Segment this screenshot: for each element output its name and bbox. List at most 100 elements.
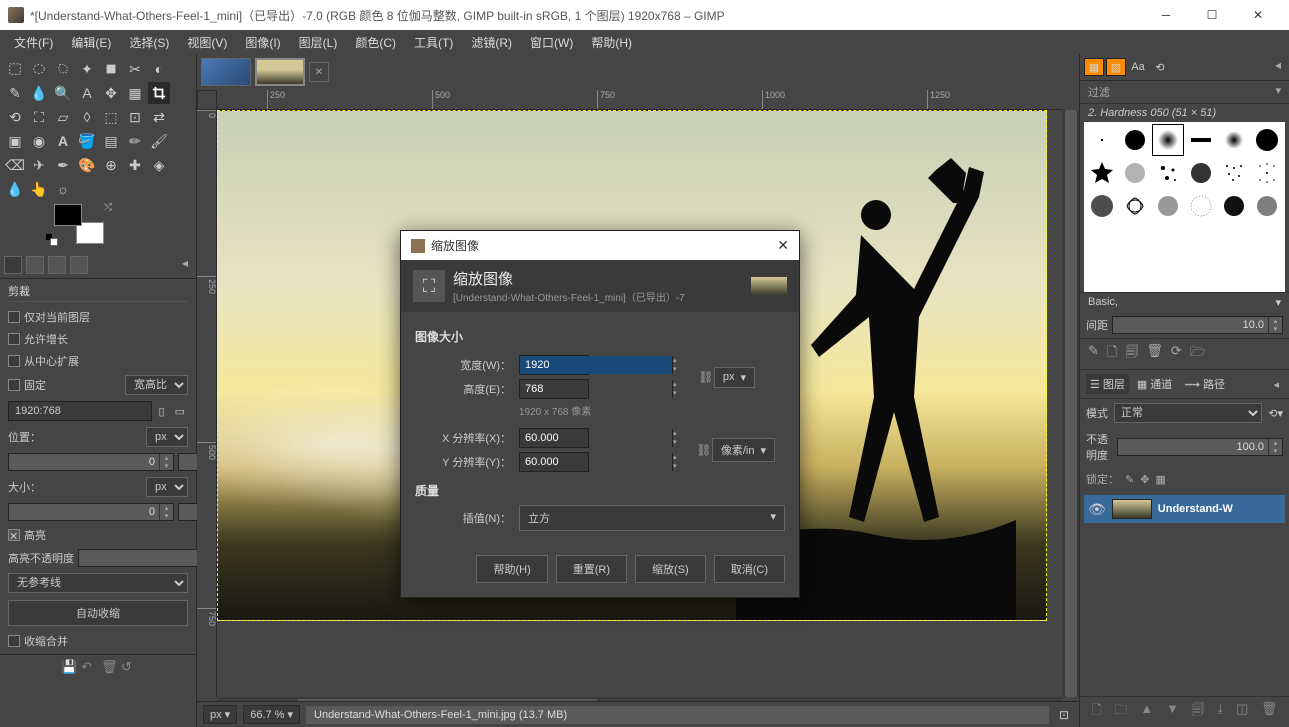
default-colors-icon[interactable]: [46, 234, 58, 246]
color-swatches[interactable]: ⤭: [54, 204, 104, 244]
menu-view[interactable]: 视图(V): [179, 31, 235, 54]
shrink-merged-checkbox[interactable]: [8, 635, 20, 647]
visibility-icon[interactable]: 👁: [1088, 501, 1106, 518]
duplicate-layer-icon[interactable]: 🗐: [1192, 701, 1205, 723]
layer-row[interactable]: 👁 Understand-W: [1084, 495, 1285, 523]
only-layer-checkbox[interactable]: [8, 311, 20, 323]
brush-item[interactable]: [1251, 190, 1283, 222]
brush-item[interactable]: [1152, 190, 1184, 222]
landscape-icon[interactable]: ▭: [172, 405, 188, 418]
tool-scissors[interactable]: ✂: [124, 58, 146, 80]
lower-layer-icon[interactable]: ▼: [1166, 701, 1179, 723]
brush-item[interactable]: [1119, 190, 1151, 222]
merge-down-icon[interactable]: ⤓: [1217, 701, 1223, 723]
tool-cage[interactable]: ▣: [4, 130, 26, 152]
lock-alpha-icon[interactable]: ▦: [1155, 473, 1165, 486]
xres-input[interactable]: ▴▾: [519, 428, 589, 448]
guides-select[interactable]: 无参考线: [8, 573, 188, 593]
tool-by-color-select[interactable]: [100, 58, 122, 80]
tool-gradient[interactable]: ▤: [100, 130, 122, 152]
menu-image[interactable]: 图像(I): [237, 31, 288, 54]
brush-item[interactable]: [1251, 124, 1283, 156]
tool-handle-transform[interactable]: ⊡: [124, 106, 146, 128]
tool-rect-select[interactable]: [4, 58, 26, 80]
tool-flip[interactable]: ⇄: [148, 106, 170, 128]
menu-windows[interactable]: 窗口(W): [522, 31, 581, 54]
tool-pencil[interactable]: ✏: [124, 130, 146, 152]
brush-grid[interactable]: [1084, 122, 1285, 292]
brush-item[interactable]: [1086, 124, 1118, 156]
new-group-icon[interactable]: 🗀: [1115, 701, 1128, 723]
window-minimize-button[interactable]: ─: [1143, 0, 1189, 30]
pos-unit-select[interactable]: px: [146, 427, 188, 447]
height-input[interactable]: ▴▾: [519, 379, 589, 399]
fg-color[interactable]: [54, 204, 82, 226]
window-maximize-button[interactable]: ☐: [1189, 0, 1235, 30]
channels-tab[interactable]: ▦ 通道: [1133, 374, 1176, 394]
new-layer-icon[interactable]: 🗋: [1091, 701, 1101, 723]
tool-text[interactable]: A: [52, 130, 74, 152]
brushes-filter[interactable]: 过滤▾: [1080, 81, 1289, 104]
scale-button[interactable]: 缩放(S): [635, 555, 706, 583]
mask-icon[interactable]: ◫: [1236, 701, 1248, 723]
brush-item[interactable]: [1251, 157, 1283, 189]
spacing-input[interactable]: ▴▾: [1112, 316, 1283, 334]
restore-preset-icon[interactable]: ↶: [81, 659, 95, 673]
menu-edit[interactable]: 编辑(E): [63, 31, 119, 54]
highlight-checkbox[interactable]: ✕: [8, 529, 20, 541]
tool-blur[interactable]: 💧: [4, 178, 26, 200]
brush-item[interactable]: [1218, 124, 1250, 156]
aspect-ratio-input[interactable]: [8, 401, 152, 421]
new-brush-icon[interactable]: 🗋: [1107, 343, 1117, 365]
cancel-button[interactable]: 取消(C): [714, 555, 785, 583]
patterns-tab[interactable]: ▨: [1106, 58, 1126, 76]
auto-shrink-button[interactable]: 自动收缩: [8, 600, 188, 626]
status-unit[interactable]: px ▾: [203, 705, 237, 724]
mode-reset-icon[interactable]: ⟲▾: [1268, 407, 1283, 420]
tool-crop[interactable]: [148, 82, 170, 104]
images-tab[interactable]: [70, 256, 88, 274]
dialog-titlebar[interactable]: 缩放图像 ✕: [401, 231, 799, 260]
link-res-icon[interactable]: ⛓: [696, 430, 712, 470]
tool-perspective-clone[interactable]: ◈: [148, 154, 170, 176]
tool-ink[interactable]: ✒: [52, 154, 74, 176]
tool-unified-transform[interactable]: ⬚: [100, 106, 122, 128]
tool-paintbrush[interactable]: 🖌: [148, 130, 170, 152]
reset-preset-icon[interactable]: ↺: [121, 659, 135, 673]
brush-item[interactable]: [1086, 190, 1118, 222]
interp-select[interactable]: 立方▾: [519, 505, 785, 531]
paths-tab[interactable]: ⟿ 路径: [1180, 374, 1229, 394]
tool-scale[interactable]: ⛶: [28, 106, 50, 128]
help-button[interactable]: 帮助(H): [476, 555, 547, 583]
fixed-checkbox[interactable]: [8, 379, 20, 391]
tool-align[interactable]: ▦: [124, 82, 146, 104]
lock-pixels-icon[interactable]: ✎: [1125, 473, 1134, 486]
portrait-icon[interactable]: ▯: [156, 405, 168, 418]
brush-item[interactable]: [1218, 190, 1250, 222]
menu-color[interactable]: 颜色(C): [347, 31, 404, 54]
mode-select[interactable]: 正常: [1114, 403, 1262, 423]
edit-brush-icon[interactable]: ✎: [1088, 343, 1099, 365]
size-unit-select[interactable]: px▾: [714, 367, 755, 388]
status-zoom[interactable]: 66.7 % ▾: [243, 705, 300, 724]
yres-input[interactable]: ▴▾: [519, 452, 589, 472]
tool-warp[interactable]: ◉: [28, 130, 50, 152]
link-wh-icon[interactable]: ⛓: [698, 357, 714, 397]
brush-item[interactable]: [1185, 190, 1217, 222]
width-input[interactable]: ▴▾: [519, 355, 589, 375]
vertical-ruler[interactable]: 0 250 500 750: [197, 110, 217, 697]
tool-options-tab[interactable]: [4, 256, 22, 274]
tool-perspective[interactable]: ◊: [76, 106, 98, 128]
save-preset-icon[interactable]: 💾: [61, 659, 75, 673]
tool-eraser[interactable]: ⌫: [4, 154, 26, 176]
fixed-select[interactable]: 宽高比: [125, 375, 188, 395]
pos-x-input[interactable]: ▴▾: [8, 453, 174, 471]
dialog-close-button[interactable]: ✕: [777, 237, 789, 254]
layer-name[interactable]: Understand-W: [1158, 503, 1233, 515]
menu-tools[interactable]: 工具(T): [406, 31, 461, 54]
tool-paths[interactable]: ✎: [4, 82, 26, 104]
tool-fuzzy-select[interactable]: ✦: [76, 58, 98, 80]
vertical-scrollbar[interactable]: [1063, 110, 1079, 697]
layers-tab[interactable]: ☰ 图层: [1086, 374, 1129, 394]
tool-smudge[interactable]: 👆: [28, 178, 50, 200]
